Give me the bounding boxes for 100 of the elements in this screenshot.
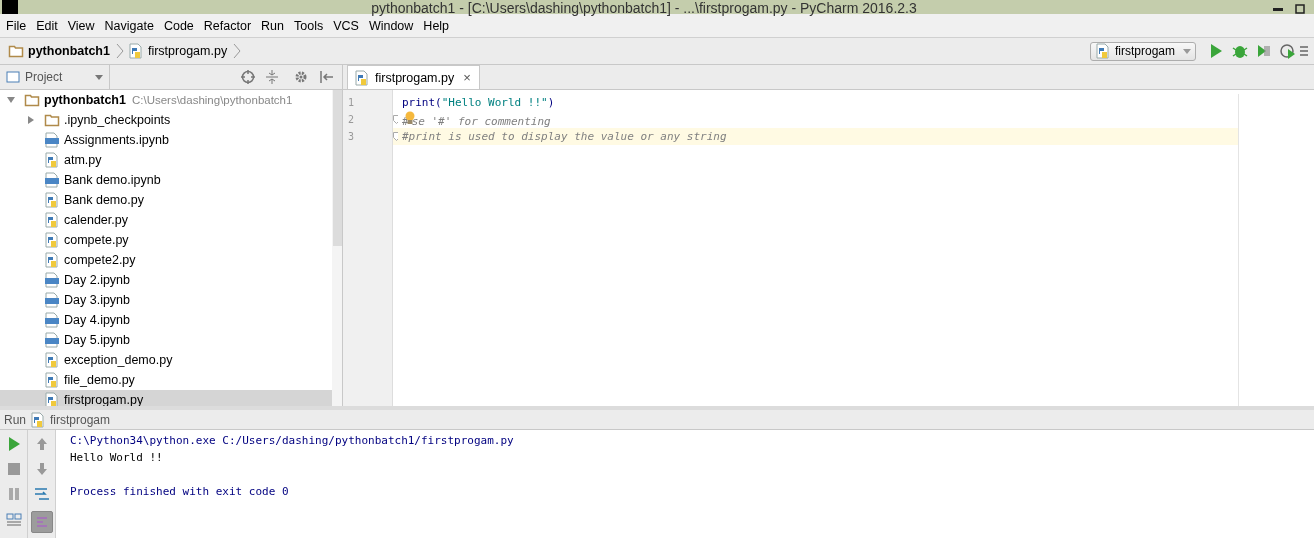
scroll-to-end-toggle[interactable] <box>30 511 53 533</box>
tree-item[interactable]: Assignments.ipynb <box>0 130 332 150</box>
tree-item-label: Bank demo.ipynb <box>64 173 161 187</box>
lines-icon <box>34 515 49 529</box>
bug-icon[interactable] <box>1232 43 1248 59</box>
menu-item[interactable]: Run <box>257 18 290 33</box>
tree-item[interactable]: file_demo.py <box>0 370 332 390</box>
tree-item-label: calender.py <box>64 213 128 227</box>
tree-item-label: file_demo.py <box>64 373 135 387</box>
python-file-icon <box>44 212 60 228</box>
python-file-icon <box>44 372 60 388</box>
tree-item-label: compete.py <box>64 233 129 247</box>
dropdown-caret-icon <box>95 74 103 80</box>
python-file-icon <box>44 152 60 168</box>
run-config-label[interactable]: firstprogam <box>50 412 111 427</box>
tree-item-label: Day 5.ipynb <box>64 333 130 347</box>
tree-item[interactable]: pythonbatch1 C:\Users\dashing\pythonbatch1 <box>0 90 332 110</box>
fold-marker-icon[interactable] <box>393 132 398 141</box>
menu-item[interactable]: Tools <box>290 18 330 33</box>
console-line: C:\Python34\python.exe C:/Users/dashing/pythonbatch1/firstprogam.py <box>70 433 514 449</box>
expanded-arrow-icon[interactable] <box>6 95 16 105</box>
tree-item-label: Day 2.ipynb <box>64 273 130 287</box>
line-number: 1 <box>347 96 356 110</box>
tree-item[interactable]: compete2.py <box>0 250 332 270</box>
tree-item[interactable]: Bank demo.py <box>0 190 332 210</box>
profiler-icon[interactable] <box>1280 43 1296 59</box>
dropdown-caret-icon <box>1183 48 1191 54</box>
tree-item[interactable]: Day 4.ipynb <box>0 310 332 330</box>
chevron-icon <box>233 43 242 59</box>
tree-item[interactable]: .ipynb_checkpoints <box>0 110 332 130</box>
fold-marker-icon[interactable] <box>393 115 398 124</box>
collapsed-arrow-icon[interactable] <box>26 115 36 125</box>
tree-item[interactable]: compete.py <box>0 230 332 250</box>
stop-icon[interactable] <box>5 461 22 477</box>
window-title: pythonbatch1 - [C:\Users\dashing\pythonbatch1] - ...\firstprogam.py - PyCharm 2016.2.3 <box>370 1 918 16</box>
menu-item[interactable]: Edit <box>32 18 64 33</box>
tree-item[interactable]: Day 2.ipynb <box>0 270 332 290</box>
more-icon[interactable] <box>1300 43 1308 59</box>
close-tab-button[interactable]: × <box>463 70 471 85</box>
code-text: #print is used to display the value or any string <box>401 130 727 143</box>
scrollbar-thumb[interactable] <box>333 90 342 246</box>
python-file-icon <box>30 411 46 428</box>
python-file-icon <box>44 252 60 268</box>
tree-item[interactable]: calender.py <box>0 210 332 230</box>
collapse-all-icon[interactable] <box>264 69 280 85</box>
tree-item-label: exception_demo.py <box>64 353 173 367</box>
layout-icon[interactable] <box>5 511 22 527</box>
tree-item[interactable]: Bank demo.ipynb <box>0 170 332 190</box>
tree-item-label: compete2.py <box>64 253 136 267</box>
run-panel-label: Run <box>4 412 26 427</box>
python-file-icon <box>354 69 370 86</box>
breadcrumb[interactable]: firstprogam.py <box>127 43 228 59</box>
chevron-icon <box>115 43 124 59</box>
locate-icon[interactable] <box>240 69 256 85</box>
tree-item[interactable]: Day 5.ipynb <box>0 330 332 350</box>
python-file-icon <box>127 43 144 59</box>
menu-item[interactable]: Help <box>419 18 456 33</box>
tree-item[interactable]: Day 3.ipynb <box>0 290 332 310</box>
python-file-icon <box>1094 43 1111 59</box>
folder-icon <box>8 43 24 59</box>
notebook-file-icon <box>44 292 60 308</box>
tree-item-label: Day 3.ipynb <box>64 293 130 307</box>
line-number: 3 <box>347 130 356 144</box>
app-icon <box>2 0 18 14</box>
menu-item[interactable]: View <box>63 18 101 33</box>
run-icon[interactable] <box>1208 43 1224 59</box>
python-file-icon <box>44 232 60 248</box>
tree-item-label: .ipynb_checkpoints <box>64 113 171 127</box>
tree-item-label: atm.py <box>64 153 102 167</box>
notebook-file-icon <box>44 272 60 288</box>
hide-panel-icon[interactable] <box>318 69 334 85</box>
project-path: C:\Users\dashing\pythonbatch1 <box>131 94 293 106</box>
maximize-icon[interactable] <box>1292 4 1308 14</box>
tree-item[interactable]: atm.py <box>0 150 332 170</box>
notebook-file-icon <box>44 332 60 348</box>
menu-item[interactable]: Window <box>364 18 420 33</box>
menu-item[interactable]: Refactor <box>199 18 258 33</box>
folder-icon <box>44 112 60 128</box>
console-line: Process finished with exit code 0 <box>70 484 290 500</box>
tree-item[interactable]: exception_demo.py <box>0 350 332 370</box>
notebook-file-icon <box>44 172 60 188</box>
code-text: print("Hello World !!") <box>401 96 555 109</box>
console-line: Hello World !! <box>70 450 164 466</box>
tree-item-label: Day 4.ipynb <box>64 313 130 327</box>
tree-item[interactable]: firstprogam.py <box>0 390 332 406</box>
coverage-icon[interactable] <box>1256 43 1272 59</box>
python-file-icon <box>44 392 60 406</box>
menu-item[interactable]: Code <box>159 18 200 33</box>
run-config-dropdown[interactable]: firstprogam <box>1089 41 1196 61</box>
line-number: 2 <box>347 113 356 127</box>
editor-tab[interactable]: firstprogam.py × <box>347 65 480 89</box>
breadcrumb[interactable]: pythonbatch1 <box>8 43 110 59</box>
menu-item[interactable]: Navigate <box>100 18 160 33</box>
menu-item[interactable]: File <box>2 18 33 33</box>
menu-item[interactable]: VCS <box>329 18 365 33</box>
soft-wrap-icon[interactable] <box>33 486 50 502</box>
python-file-icon <box>44 192 60 208</box>
tree-item-label: Bank demo.py <box>64 193 144 207</box>
tree-item-label: pythonbatch1 <box>44 93 126 107</box>
project-view-icon <box>6 70 20 84</box>
